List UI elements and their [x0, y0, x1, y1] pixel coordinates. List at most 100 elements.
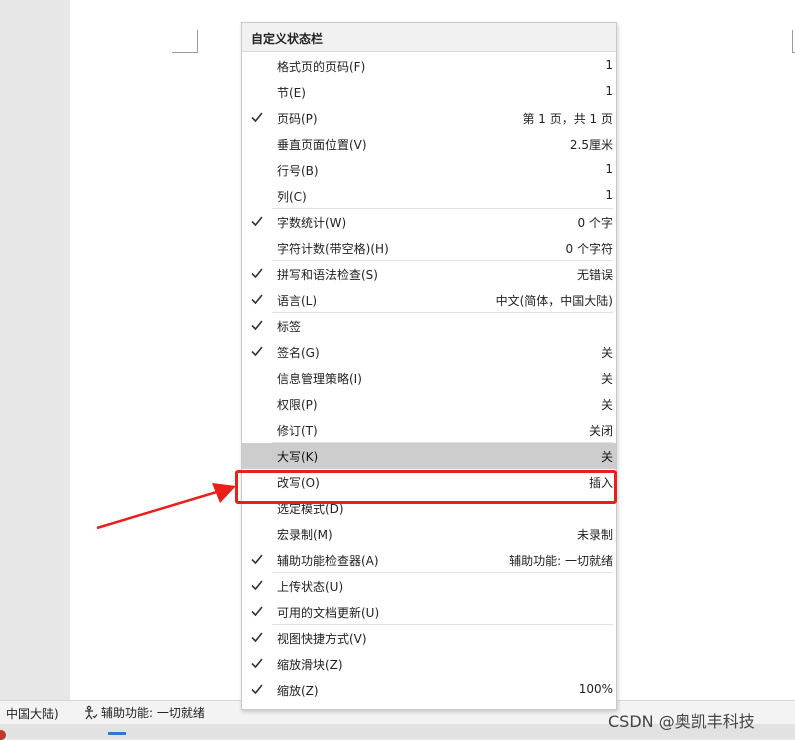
status-language[interactable]: 中国大陆) [6, 705, 59, 722]
menu-item[interactable]: 签名(G) 关 [242, 339, 616, 365]
accessibility-icon [85, 705, 98, 719]
menu-item-label: 列(C) [277, 190, 307, 204]
menu-item[interactable]: 拼写和语法检查(S) 无错误 [242, 261, 616, 287]
menu-item-value: 关 [600, 450, 613, 464]
menu-item[interactable]: 语言(L) 中文(简体，中国大陆) [242, 287, 616, 313]
checkmark-icon [250, 266, 264, 280]
checkmark-icon [250, 552, 264, 566]
menu-item-value: 关 [600, 398, 613, 412]
menu-item[interactable]: 字数统计(W) 0 个字 [242, 209, 616, 235]
menu-item-value: 辅助功能: 一切就绪 [509, 554, 613, 568]
menu-item-label: 拼写和语法检查(S) [277, 268, 378, 282]
menu-item[interactable]: 标签 [242, 313, 616, 339]
menu-item-value: 1 [605, 58, 613, 72]
menu-item[interactable]: 可用的文档更新(U) [242, 599, 616, 625]
menu-item-label: 字数统计(W) [277, 216, 347, 230]
menu-item-label: 格式页的页码(F) [277, 60, 366, 74]
checkmark-icon [250, 396, 264, 410]
page-margin-marker-left [172, 30, 198, 53]
menu-item-value: 第 1 页，共 1 页 [522, 112, 613, 126]
menu-item-value: 无错误 [576, 268, 613, 282]
menu-item[interactable]: 辅助功能检查器(A) 辅助功能: 一切就绪 [242, 547, 616, 573]
menu-item[interactable]: 节(E) 1 [242, 79, 616, 105]
checkmark-icon [250, 344, 264, 358]
menu-item[interactable]: 行号(B) 1 [242, 157, 616, 183]
checkmark-icon [250, 422, 264, 436]
menu-item[interactable]: 列(C) 1 [242, 183, 616, 209]
checkmark-icon [250, 656, 264, 670]
left-gutter [0, 0, 70, 700]
menu-item-value: 关 [600, 372, 613, 386]
menu-item-label: 语言(L) [277, 294, 318, 308]
status-accessibility-label: 辅助功能: 一切就绪 [101, 706, 205, 720]
menu-item-label: 垂直页面位置(V) [277, 138, 367, 152]
menu-header: 自定义状态栏 [242, 23, 616, 52]
menu-item-value: 0 个字 [577, 216, 613, 230]
menu-item-value: 1 [605, 84, 613, 98]
menu-item-label: 修订(T) [277, 424, 318, 438]
checkmark-icon [250, 370, 264, 384]
menu-separator [272, 312, 613, 313]
menu-item-label: 节(E) [277, 86, 306, 100]
callout-highlight-box [235, 470, 617, 504]
checkmark-icon [250, 136, 264, 150]
menu-item-label: 权限(P) [277, 398, 318, 412]
menu-separator [272, 442, 613, 443]
watermark: CSDN @奥凯丰科技 [608, 712, 755, 731]
taskbar-active-indicator [108, 732, 126, 735]
menu-item-value: 关 [600, 346, 613, 360]
menu-item-value: 2.5厘米 [569, 138, 613, 152]
menu-item[interactable]: 权限(P) 关 [242, 391, 616, 417]
menu-item-label: 上传状态(U) [277, 580, 344, 594]
status-accessibility[interactable]: 辅助功能: 一切就绪 [82, 704, 205, 721]
menu-separator [272, 572, 613, 573]
menu-item-label: 视图快捷方式(V) [277, 632, 367, 646]
checkmark-icon [250, 578, 264, 592]
checkmark-icon [250, 188, 264, 202]
menu-item[interactable]: 垂直页面位置(V) 2.5厘米 [242, 131, 616, 157]
menu-item[interactable]: 视图快捷方式(V) [242, 625, 616, 651]
checkmark-icon [250, 162, 264, 176]
menu-item[interactable]: 页码(P) 第 1 页，共 1 页 [242, 105, 616, 131]
menu-item[interactable]: 宏录制(M) 未录制 [242, 521, 616, 547]
menu-separator [272, 260, 613, 261]
menu-item[interactable]: 缩放滑块(Z) [242, 651, 616, 677]
menu-separator [272, 208, 613, 209]
menu-item-value: 0 个字符 [565, 242, 613, 256]
menu-item[interactable]: 缩放(Z) 100% [242, 677, 616, 703]
menu-item-label: 可用的文档更新(U) [277, 606, 380, 620]
menu-separator [272, 624, 613, 625]
menu-item-label: 信息管理策略(I) [277, 372, 362, 386]
menu-item-value: 100% [578, 682, 613, 696]
menu-item[interactable]: 信息管理策略(I) 关 [242, 365, 616, 391]
menu-item-label: 签名(G) [277, 346, 320, 360]
menu-item[interactable]: 修订(T) 关闭 [242, 417, 616, 443]
menu-item-label: 缩放(Z) [277, 684, 319, 698]
checkmark-icon [250, 240, 264, 254]
menu-title: 自定义状态栏 [251, 32, 324, 46]
menu-item-value: 中文(简体，中国大陆) [495, 294, 613, 308]
customize-status-bar-menu: 自定义状态栏 格式页的页码(F) 1 节(E) 1 页码(P) 第 1 页，共 1 页垂直… [241, 22, 617, 710]
menu-item[interactable]: 字符计数(带空格)(H) 0 个字符 [242, 235, 616, 261]
checkmark-icon [250, 58, 264, 72]
checkmark-icon [250, 604, 264, 618]
checkmark-icon [250, 292, 264, 306]
checkmark-icon [250, 318, 264, 332]
taskbar-app-icon[interactable] [0, 730, 6, 740]
checkmark-icon [250, 682, 264, 696]
checkmark-icon [250, 526, 264, 540]
menu-item-label: 字符计数(带空格)(H) [277, 242, 389, 256]
checkmark-icon [250, 110, 264, 124]
menu-item-value: 1 [605, 162, 613, 176]
menu-item-label: 标签 [277, 320, 302, 334]
checkmark-icon [250, 448, 264, 462]
menu-item-label: 行号(B) [277, 164, 319, 178]
menu-item-label: 宏录制(M) [277, 528, 333, 542]
menu-item[interactable]: 上传状态(U) [242, 573, 616, 599]
menu-item[interactable]: 格式页的页码(F) 1 [242, 53, 616, 79]
menu-item-value: 1 [605, 188, 613, 202]
menu-item-label: 页码(P) [277, 112, 318, 126]
checkmark-icon [250, 84, 264, 98]
menu-item[interactable]: 大写(K) 关 [242, 443, 616, 469]
menu-item-label: 辅助功能检查器(A) [277, 554, 379, 568]
